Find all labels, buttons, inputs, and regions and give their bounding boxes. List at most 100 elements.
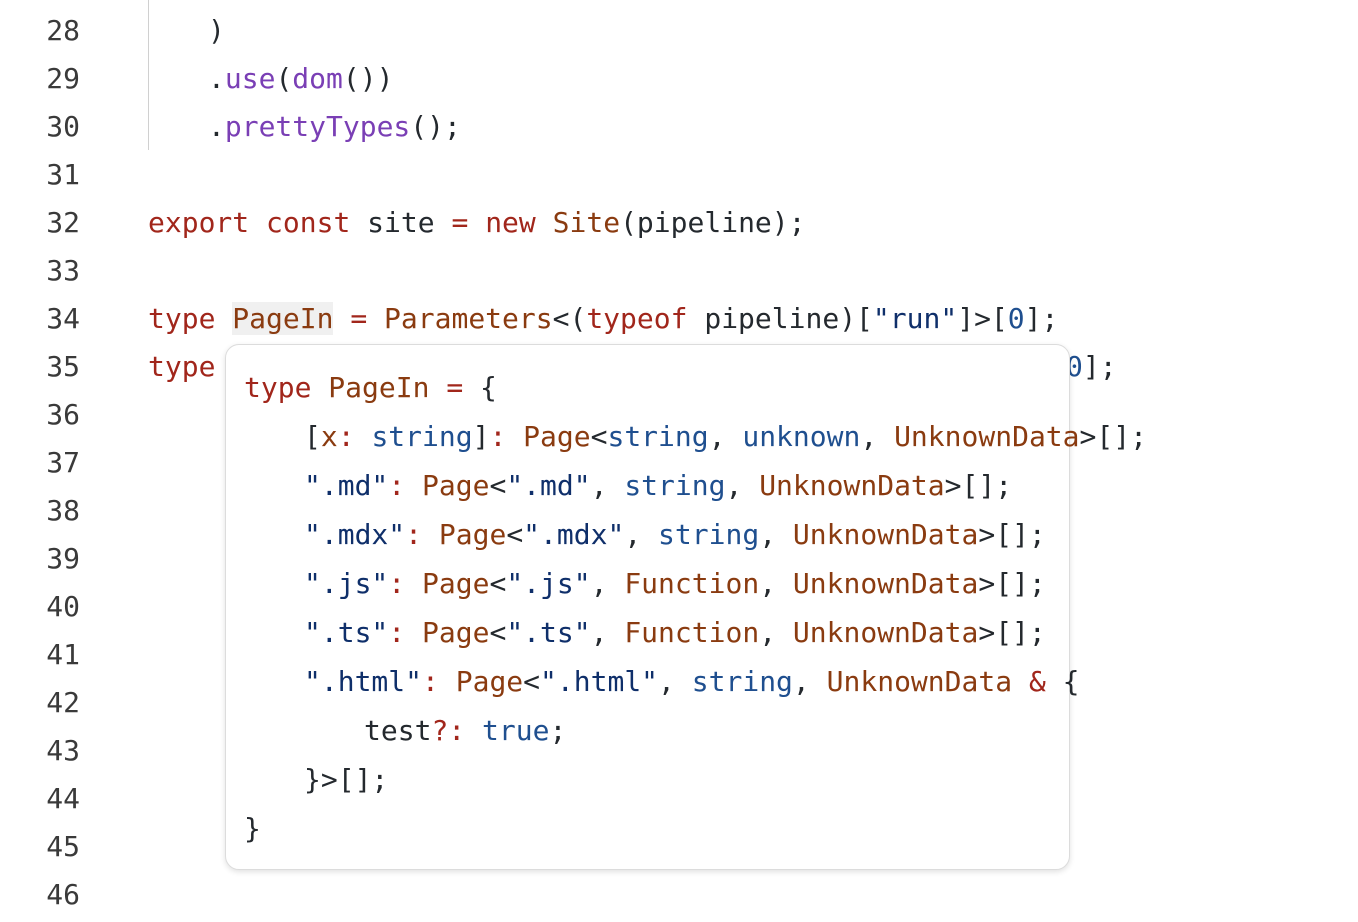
token: Page	[422, 469, 490, 502]
token: <	[489, 567, 507, 600]
token: ]	[472, 420, 490, 453]
token: =	[451, 206, 469, 239]
token: site	[350, 206, 452, 239]
token: :	[337, 420, 355, 453]
token: use	[224, 62, 276, 95]
token: :	[489, 420, 507, 453]
token: >[];	[944, 469, 1013, 502]
token: ,	[658, 665, 692, 698]
token: :	[422, 665, 439, 698]
code-line-35[interactable]: type	[148, 343, 215, 391]
token: }	[244, 812, 261, 845]
token: type	[148, 302, 216, 335]
line-number: 44	[46, 782, 80, 815]
tooltip-line: ".ts": Page<".ts", Function, UnknownData…	[304, 608, 1046, 657]
token: <	[489, 469, 507, 502]
token: UnknownData	[792, 567, 979, 600]
tooltip-line: ".js": Page<".js", Function, UnknownData…	[304, 559, 1046, 608]
token: <(	[552, 302, 587, 335]
token: Page	[422, 567, 490, 600]
code-line-28[interactable]: )	[208, 7, 225, 55]
token: typeof	[586, 302, 688, 335]
token: test	[364, 714, 432, 747]
token: <	[523, 665, 541, 698]
token: Page	[438, 518, 507, 551]
token: ,	[759, 567, 793, 600]
token: string	[691, 665, 793, 698]
token: .	[208, 110, 225, 143]
tooltip-line: test?: true;	[364, 706, 566, 755]
token: ];	[1082, 350, 1117, 383]
token: :	[388, 469, 406, 502]
token: ".ts"	[304, 616, 389, 649]
token: ".html"	[304, 665, 423, 698]
tooltip-line: ".md": Page<".md", string, UnknownData>[…	[304, 461, 1012, 510]
token: Function	[624, 616, 760, 649]
token: >[];	[978, 567, 1046, 600]
token: type	[148, 350, 216, 383]
token: :	[388, 567, 406, 600]
token: 0	[1007, 302, 1025, 335]
token: Parameters	[384, 302, 553, 335]
tooltip-line: }	[244, 804, 261, 853]
token: Site	[552, 206, 621, 239]
line-number: 42	[46, 686, 80, 719]
token: new	[485, 206, 536, 239]
token: Page	[422, 616, 490, 649]
token: UnknownData	[826, 665, 1013, 698]
token: ())	[342, 62, 394, 95]
line-number: 32	[46, 206, 80, 239]
token: ,	[624, 518, 659, 551]
hovered-token[interactable]: PageIn	[232, 302, 334, 335]
token: :	[388, 616, 406, 649]
token: ]>[	[957, 302, 1008, 335]
line-number: 38	[46, 494, 80, 527]
code-line-32[interactable]: export const site = new Site(pipeline);	[148, 199, 806, 247]
code-line-29[interactable]: .use(dom())	[208, 55, 393, 103]
token: ;	[549, 714, 567, 747]
token: export	[148, 206, 250, 239]
token: prettyTypes	[224, 110, 411, 143]
token: ,	[590, 469, 625, 502]
token: string	[624, 469, 726, 502]
token: Page	[523, 420, 591, 453]
token: >[];	[1079, 420, 1147, 453]
code-line-30[interactable]: .prettyTypes();	[208, 103, 461, 151]
line-number: 35	[46, 350, 80, 383]
tooltip-line: type PageIn = {	[244, 363, 497, 412]
code-line-34[interactable]: type PageIn = Parameters<(typeof pipelin…	[148, 295, 1058, 343]
token: ,	[792, 665, 827, 698]
tooltip-line: ".mdx": Page<".mdx", string, UnknownData…	[304, 510, 1046, 559]
token: .	[208, 62, 225, 95]
token: type	[244, 371, 312, 404]
token: ();	[410, 110, 461, 143]
line-number: 33	[46, 254, 80, 287]
tooltip-line: ".html": Page<".html", string, UnknownDa…	[304, 657, 1080, 706]
token: true	[482, 714, 550, 747]
token: ?:	[431, 714, 466, 747]
line-number: 46	[46, 878, 80, 911]
line-number: 41	[46, 638, 80, 671]
token: >[];	[978, 518, 1046, 551]
token: UnknownData	[792, 616, 979, 649]
token: =	[446, 371, 464, 404]
token: <	[489, 616, 507, 649]
token: }>[];	[304, 763, 389, 796]
token: ,	[860, 420, 895, 453]
line-number: 40	[46, 590, 80, 623]
token: "run"	[872, 302, 958, 335]
token: &	[1028, 665, 1046, 698]
token: {	[480, 371, 497, 404]
token: string	[658, 518, 760, 551]
token: <	[506, 518, 524, 551]
token: ,	[759, 616, 793, 649]
tooltip-line: }>[];	[304, 755, 388, 804]
token: string	[371, 420, 473, 453]
line-number: 36	[46, 398, 80, 431]
token: pipeline)[	[687, 302, 873, 335]
token: PageIn	[328, 371, 430, 404]
token: UnknownData	[894, 420, 1080, 453]
token: =	[350, 302, 368, 335]
token: x	[320, 420, 338, 453]
tooltip-line: [x: string]: Page<string, unknown, Unkno…	[304, 412, 1147, 461]
